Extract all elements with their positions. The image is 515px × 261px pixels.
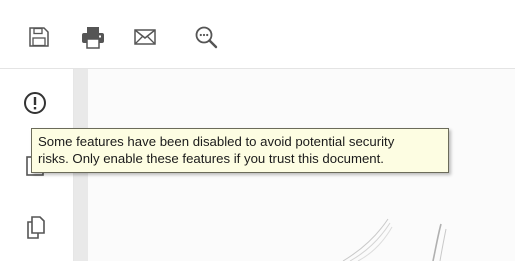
save-button[interactable] (22, 20, 56, 54)
top-toolbar (0, 0, 515, 69)
copy-pages-icon (27, 216, 45, 239)
pdf-viewer-window: Some features have been disabled to avoi… (0, 0, 515, 261)
search-comment-icon (195, 26, 218, 49)
save-icon (29, 27, 49, 47)
email-icon (134, 29, 156, 45)
tooltip-line-1: Some features have been disabled to avoi… (38, 134, 395, 149)
security-warning-button[interactable] (17, 85, 53, 121)
page-thumbnails-button[interactable] (17, 209, 53, 245)
alert-circle-icon (24, 92, 46, 114)
print-icon (82, 27, 104, 49)
email-button[interactable] (128, 20, 162, 54)
security-warning-tooltip: Some features have been disabled to avoi… (31, 128, 449, 173)
tooltip-line-2: risks. Only enable these features if you… (38, 151, 384, 166)
search-comment-button[interactable] (189, 20, 223, 54)
print-button[interactable] (76, 20, 110, 54)
